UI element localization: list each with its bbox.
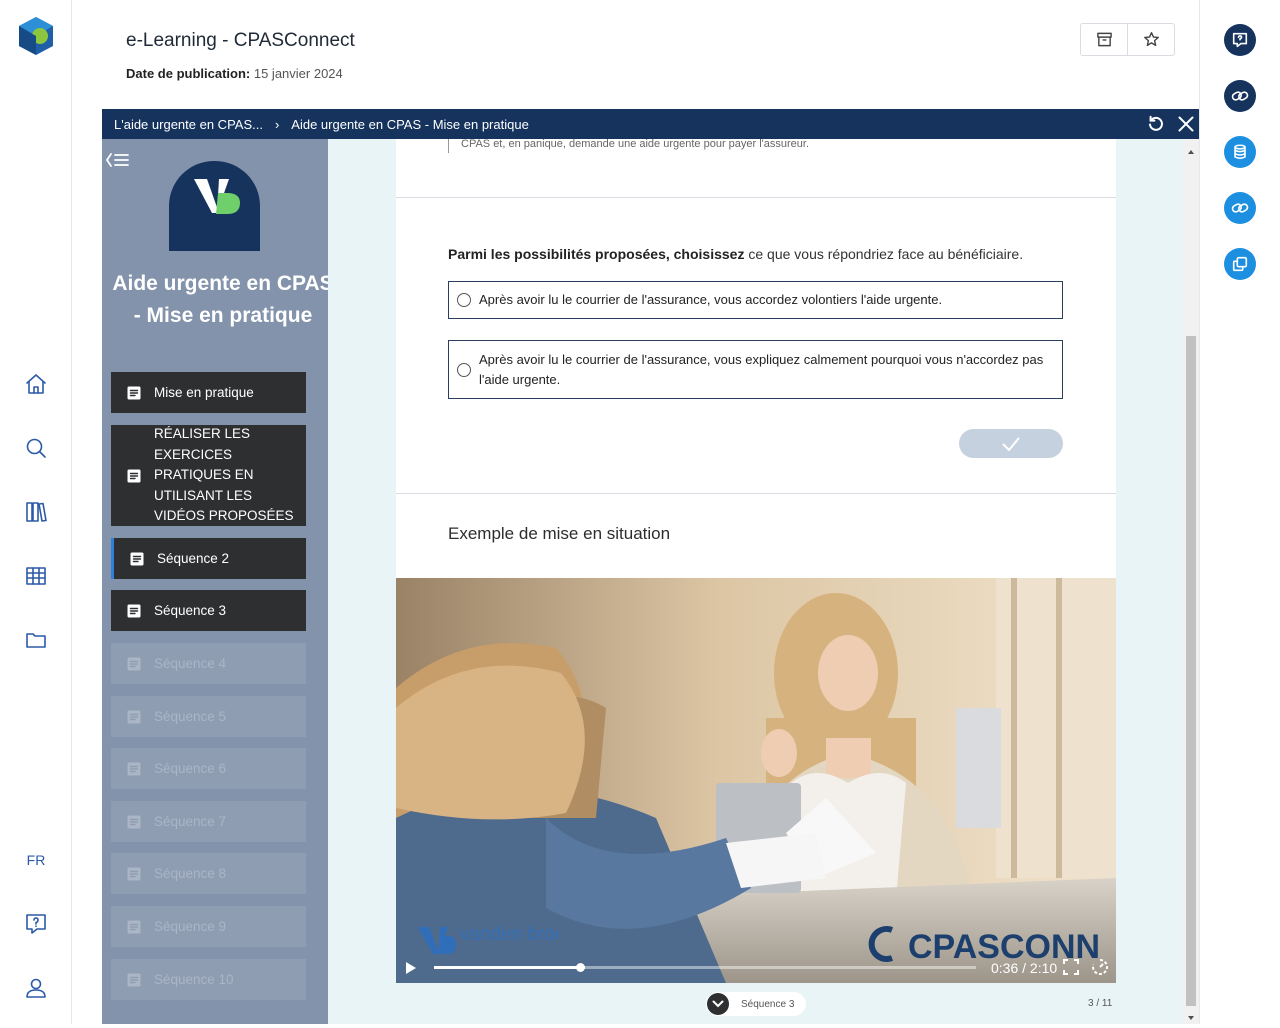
sidebar-item-label: Séquence 4 [154, 656, 227, 671]
document-icon [127, 867, 141, 881]
answer-option[interactable]: Après avoir lu le courrier de l'assuranc… [448, 281, 1063, 319]
link-icon[interactable] [1224, 80, 1256, 112]
video-watermark-left: vanden broele. [418, 922, 586, 965]
playback-speed-icon[interactable] [1091, 958, 1109, 976]
radio-button[interactable] [457, 293, 471, 307]
document-icon [127, 762, 141, 776]
document-icon [127, 604, 141, 618]
sidebar-item-label: Séquence 5 [154, 709, 227, 724]
breadcrumb-current: Aide urgente en CPAS - Mise en pratique [291, 116, 529, 132]
sidebar-item[interactable]: Mise en pratique [111, 372, 306, 413]
scroll-up-arrow[interactable] [1186, 144, 1196, 154]
publication-date: Date de publication: 15 janvier 2024 [126, 66, 343, 81]
question-rest: ce que vous répondriez face au bénéficia… [744, 246, 1024, 262]
sidebar-item-label: Séquence 3 [154, 603, 227, 618]
sidebar-item[interactable]: Séquence 2 [111, 538, 306, 579]
favorite-button[interactable] [1128, 24, 1174, 55]
document-icon [130, 552, 144, 566]
publication-date-value: 15 janvier 2024 [253, 66, 343, 81]
sidebar-item-label: Séquence 6 [154, 761, 227, 776]
answer-option-label: Après avoir lu le courrier de l'assuranc… [479, 292, 943, 307]
vandenbroele-logo: vanden broele. [418, 924, 586, 954]
scrollbar-thumb[interactable] [1186, 336, 1196, 1006]
course-logo [169, 161, 260, 251]
sidebar-item-label: Mise en pratique [154, 385, 254, 400]
course-title: Aide urgente en CPAS - Mise en pratique [112, 272, 334, 327]
divider [396, 493, 1116, 494]
check-icon [1002, 437, 1020, 451]
watermark-left-text: vanden broele. [460, 924, 558, 945]
play-icon[interactable] [402, 958, 420, 978]
video-progress-handle[interactable] [576, 963, 585, 972]
user-icon[interactable] [22, 974, 50, 1002]
course-bar: L'aide urgente en CPAS... › Aide urgente… [102, 109, 1199, 139]
sidebar-item[interactable]: Séquence 3 [111, 590, 306, 631]
video-time: 0:36 / 2:10 [991, 960, 1058, 976]
copy-icon[interactable] [1224, 248, 1256, 280]
header-actions [1080, 23, 1175, 56]
sidebar-item-label: Séquence 7 [154, 814, 227, 829]
page-title: e-Learning - CPASConnect [126, 30, 355, 51]
grid-icon[interactable] [22, 562, 50, 590]
sequence-label: Séquence 3 [741, 998, 795, 1010]
sidebar-item-label: Séquence 8 [154, 866, 227, 881]
document-icon [127, 386, 141, 400]
sidebar-item-label: Séquence 10 [154, 972, 234, 987]
language-switch[interactable]: FR [22, 852, 50, 868]
archive-button[interactable] [1081, 24, 1128, 55]
radio-button[interactable] [457, 362, 471, 377]
sidebar-item-label: RÉALISER LES EXERCICES PRATIQUES EN UTIL… [154, 426, 294, 524]
sidebar-item[interactable]: Séquence 9 [111, 906, 306, 947]
document-icon [127, 469, 141, 483]
scroll-down-arrow[interactable] [1186, 1010, 1196, 1020]
sidebar-item[interactable]: Séquence 7 [111, 801, 306, 842]
submit-button[interactable] [959, 429, 1063, 458]
document-icon [127, 710, 141, 724]
video-progress-fill [434, 966, 580, 969]
breadcrumb-separator: › [274, 116, 280, 132]
search-icon[interactable] [22, 434, 50, 462]
sidebar-item[interactable]: Séquence 6 [111, 748, 306, 789]
feedback-icon[interactable] [1224, 24, 1256, 56]
answer-option-label: Après avoir lu le courrier de l'assuranc… [479, 351, 1044, 387]
scenario-quote: CPAS et, en panique, demande une aide ur… [448, 139, 809, 153]
app-logo[interactable] [16, 16, 56, 56]
document-icon [127, 657, 141, 671]
sidebar-item[interactable]: RÉALISER LES EXERCICES PRATIQUES EN UTIL… [111, 425, 306, 526]
database-icon[interactable] [1224, 136, 1256, 168]
restart-icon[interactable] [1147, 115, 1165, 133]
answer-option[interactable]: Après avoir lu le courrier de l'assuranc… [448, 340, 1063, 399]
breadcrumb-parent[interactable]: L'aide urgente en CPAS... [114, 117, 263, 132]
close-icon[interactable] [1177, 115, 1195, 133]
sidebar-item[interactable]: Séquence 8 [111, 853, 306, 894]
sidebar-item-label: Séquence 9 [154, 919, 227, 934]
home-icon[interactable] [22, 370, 50, 398]
document-icon [127, 815, 141, 829]
page-counter: 3 / 11 [1088, 998, 1113, 1009]
divider [396, 197, 1116, 198]
fullscreen-icon[interactable] [1062, 958, 1080, 976]
sidebar-item[interactable]: Séquence 4 [111, 643, 306, 684]
sidebar-item[interactable]: Séquence 10 [111, 959, 306, 1000]
archive-icon [1096, 32, 1112, 47]
sidebar-item-label: Séquence 2 [157, 551, 230, 566]
question-bold: Parmi les possibilités proposées, choisi… [448, 246, 745, 262]
library-icon[interactable] [22, 498, 50, 526]
question-text: Parmi les possibilités proposées, choisi… [448, 246, 1023, 262]
sequence-indicator[interactable]: Séquence 3 [706, 992, 807, 1016]
collapse-menu-icon[interactable] [105, 151, 129, 169]
document-icon [127, 973, 141, 987]
star-icon [1143, 31, 1159, 47]
sidebar-item[interactable]: Séquence 5 [111, 696, 306, 737]
publication-date-label: Date de publication: [126, 66, 251, 81]
document-icon [127, 920, 141, 934]
chevron-down-icon[interactable] [707, 993, 729, 1015]
folder-icon[interactable] [22, 626, 50, 654]
help-icon[interactable] [22, 910, 50, 938]
link-icon[interactable] [1224, 192, 1256, 224]
section-title: Exemple de mise en situation [448, 524, 671, 543]
